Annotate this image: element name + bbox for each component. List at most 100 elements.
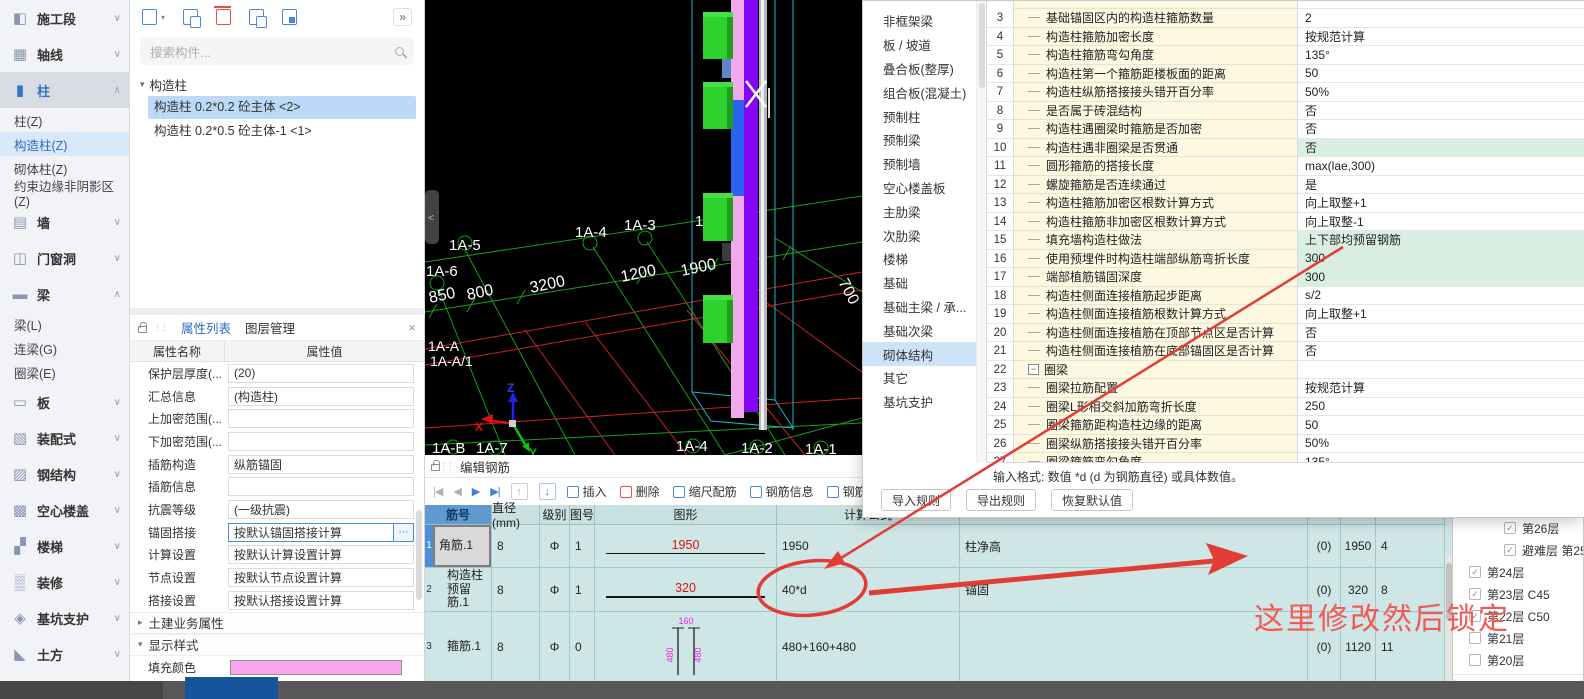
dialog-category-item[interactable]: 叠合板(整厚) — [863, 57, 976, 81]
setting-row[interactable]: 14 构造柱箍筋非加密区根数计算方式 向上取整-1 — [987, 212, 1584, 231]
property-value-input[interactable]: (20) — [228, 363, 414, 383]
3d-viewport[interactable]: X Z Y < 1A-5 1A-6 1A-4 1A-3 1A-A 1A-A/1 … — [424, 0, 863, 460]
dialog-category-item[interactable]: 基础 — [863, 271, 976, 295]
header-rebar-no[interactable]: 筋号 — [425, 505, 492, 524]
sidebar-nav-item[interactable]: 柱(Z) — [0, 108, 129, 132]
setting-row[interactable]: 6 构造柱第一个箍筋距楼板面的距离 50 — [987, 64, 1584, 83]
sidebar-nav-item[interactable]: ▮ 柱 ∧ — [0, 72, 129, 108]
floor-item[interactable]: ✓ 第22层 C50 — [1453, 605, 1583, 627]
floor-item[interactable]: 第21层 — [1453, 627, 1583, 649]
property-value-input[interactable] — [228, 477, 414, 497]
sidebar-nav-item[interactable]: ▨ 钢结构 ∨ — [0, 456, 129, 492]
import-rules-button[interactable]: 导入规则 — [881, 489, 952, 511]
ellipsis-button[interactable]: ⋯ — [394, 522, 414, 542]
dialog-category-item[interactable]: 主肋梁 — [863, 199, 976, 223]
save-icon[interactable] — [282, 9, 298, 25]
dialog-category-item[interactable]: 预制柱 — [863, 104, 976, 128]
setting-row[interactable]: 26 圈梁纵筋搭接接头错开百分率 50% — [987, 434, 1584, 453]
dialog-category-item[interactable]: 组合板(混凝土) — [863, 80, 976, 104]
dialog-category-item[interactable]: 非框架梁 — [863, 9, 976, 33]
property-value-input[interactable]: 按默认搭接设置计算 — [228, 590, 414, 610]
floor-item[interactable]: ✓ 第26层 — [1453, 517, 1583, 539]
setting-row[interactable]: 19 构造柱侧面连接植筋根数计算方式 向上取整+1 — [987, 305, 1584, 324]
sidebar-nav-item[interactable]: ◈ 基坑支护 ∨ — [0, 600, 129, 636]
checkbox[interactable]: ✓ — [1504, 544, 1516, 556]
setting-value[interactable] — [1297, 360, 1584, 379]
dialog-category-item[interactable]: 板 / 坡道 — [863, 33, 976, 57]
setting-row[interactable]: 18 构造柱侧面连接植筋起步距离 s/2 — [987, 286, 1584, 305]
setting-value[interactable]: 否 — [1297, 138, 1584, 157]
setting-row[interactable]: 12 螺旋箍筋是否连续通过 是 — [987, 175, 1584, 194]
sidebar-nav-item[interactable]: ▦ 轴线 ∨ — [0, 36, 129, 72]
section-civil-business[interactable]: ▸ 土建业务属性 — [130, 611, 424, 634]
tree-group-row[interactable]: ▾ 构造柱 — [130, 73, 424, 95]
floor-item[interactable]: 第20层 — [1453, 649, 1583, 671]
fill-color-swatch[interactable] — [230, 660, 402, 676]
dialog-category-item[interactable]: 基坑支护 — [863, 390, 976, 414]
setting-row[interactable]: 20 构造柱侧面连接植筋在顶部节点区是否计算 否 — [987, 323, 1584, 342]
new-dropdown-icon[interactable]: ▾ — [161, 13, 165, 22]
setting-value[interactable]: 50 — [1297, 416, 1584, 435]
dialog-category-item[interactable]: 基础次梁 — [863, 318, 976, 342]
setting-value[interactable]: 50% — [1297, 434, 1584, 453]
dialog-category-item[interactable]: 基础主梁 / 承... — [863, 295, 976, 319]
copy-icon[interactable] — [183, 9, 202, 28]
sidebar-nav-item[interactable]: ▤ 墙 ∨ — [0, 204, 129, 240]
setting-value[interactable]: s/2 — [1297, 286, 1584, 305]
new-component-icon[interactable] — [142, 9, 157, 25]
setting-value[interactable]: 300 — [1297, 249, 1584, 268]
collapse-box-icon[interactable]: − — [1028, 363, 1039, 375]
rebar-row[interactable]: 2 构造柱预留筋.1 8 Φ 1 320 40*d 锚固 (0) 320 8 — [425, 568, 1445, 612]
tree-item[interactable]: 构造柱 0.2*0.5 砼主体-1 <1> — [148, 120, 416, 143]
more-tools-button[interactable]: » — [393, 8, 412, 26]
floor-item[interactable]: ✓ 第23层 C45 — [1453, 583, 1583, 605]
dialog-category-item[interactable]: 次肋梁 — [863, 223, 976, 247]
toolbar-button[interactable]: 删除 — [619, 483, 660, 500]
export-rules-button[interactable]: 导出规则 — [966, 489, 1037, 511]
setting-row[interactable]: 13 构造柱箍筋加密区根数计算方式 向上取整+1 — [987, 194, 1584, 213]
dialog-category-item[interactable]: 空心楼盖板 — [863, 176, 976, 200]
checkbox[interactable] — [1469, 632, 1481, 644]
setting-value[interactable]: 否 — [1297, 323, 1584, 342]
drag-handle-icon[interactable]: ⋮⋮ — [153, 322, 169, 333]
setting-row[interactable]: 21 构造柱侧面连接植筋在底部锚固区是否计算 否 — [987, 342, 1584, 361]
floor-item[interactable]: ✓ 避难层 第25层 — [1453, 539, 1583, 561]
property-value-input[interactable]: 按默认计算设置计算 — [228, 545, 414, 565]
sidebar-nav-item[interactable]: 梁(L) — [0, 312, 129, 336]
sidebar-nav-item[interactable]: ▞ 楼梯 ∨ — [0, 528, 129, 564]
setting-value[interactable]: 向上取整+1 — [1297, 194, 1584, 213]
setting-row[interactable]: 22 − 圈梁 — [987, 360, 1584, 379]
property-value-input[interactable] — [228, 431, 414, 451]
setting-row[interactable]: 5 构造柱箍筋弯勾角度 135° — [987, 46, 1584, 65]
setting-row[interactable]: 9 构造柱遇圈梁时箍筋是否加密 否 — [987, 120, 1584, 139]
toolbar-button[interactable]: 钢筋信息 — [749, 483, 814, 500]
sidebar-nav-item[interactable]: ▩ 空心楼盖 ∨ — [0, 492, 129, 528]
setting-value[interactable]: 50% — [1297, 83, 1584, 102]
panel-splitter[interactable] — [130, 308, 425, 315]
setting-value[interactable]: 250 — [1297, 397, 1584, 416]
sidebar-nav-item[interactable]: ◧ 施工段 ∨ — [0, 0, 129, 36]
tab-layer-management[interactable]: 图层管理 — [245, 318, 295, 337]
setting-row[interactable]: 7 构造柱纵筋搭接接头错开百分率 50% — [987, 83, 1584, 102]
nav-arrow-icon[interactable]: ↓ — [538, 483, 556, 500]
setting-row[interactable]: 16 使用预埋件时构造柱端部纵筋弯折长度 300 — [987, 249, 1584, 268]
sidebar-nav-item[interactable]: 构造柱(Z) — [0, 132, 129, 156]
setting-row[interactable]: 24 圈梁L形相交斜加筋弯折长度 250 — [987, 397, 1584, 416]
property-value-input[interactable]: 纵筋锚固 — [228, 454, 414, 474]
selected-cell[interactable]: 角筋.1 — [433, 525, 491, 567]
nav-arrow-icon[interactable]: ↑ — [510, 483, 528, 500]
restore-defaults-button[interactable]: 恢复默认值 — [1051, 489, 1134, 511]
property-value-input[interactable]: (构造柱) — [228, 386, 414, 406]
duplicate-icon[interactable] — [249, 9, 268, 28]
taskbar-app-button[interactable] — [185, 677, 278, 699]
header-fig-no[interactable]: 图号 — [570, 505, 595, 524]
toolbar-button[interactable]: 插入 — [566, 483, 607, 500]
nav-arrow-icon[interactable]: ▶| — [490, 485, 500, 498]
checkbox[interactable]: ✓ — [1469, 588, 1481, 600]
lock-icon[interactable] — [138, 321, 147, 333]
section-display-style[interactable]: ▾ 显示样式 — [130, 633, 424, 656]
setting-value[interactable]: 向上取整-1 — [1297, 212, 1584, 231]
setting-value[interactable]: 按规范计算 — [1297, 27, 1584, 46]
setting-value[interactable]: 50 — [1297, 64, 1584, 83]
checkbox[interactable] — [1469, 654, 1481, 666]
